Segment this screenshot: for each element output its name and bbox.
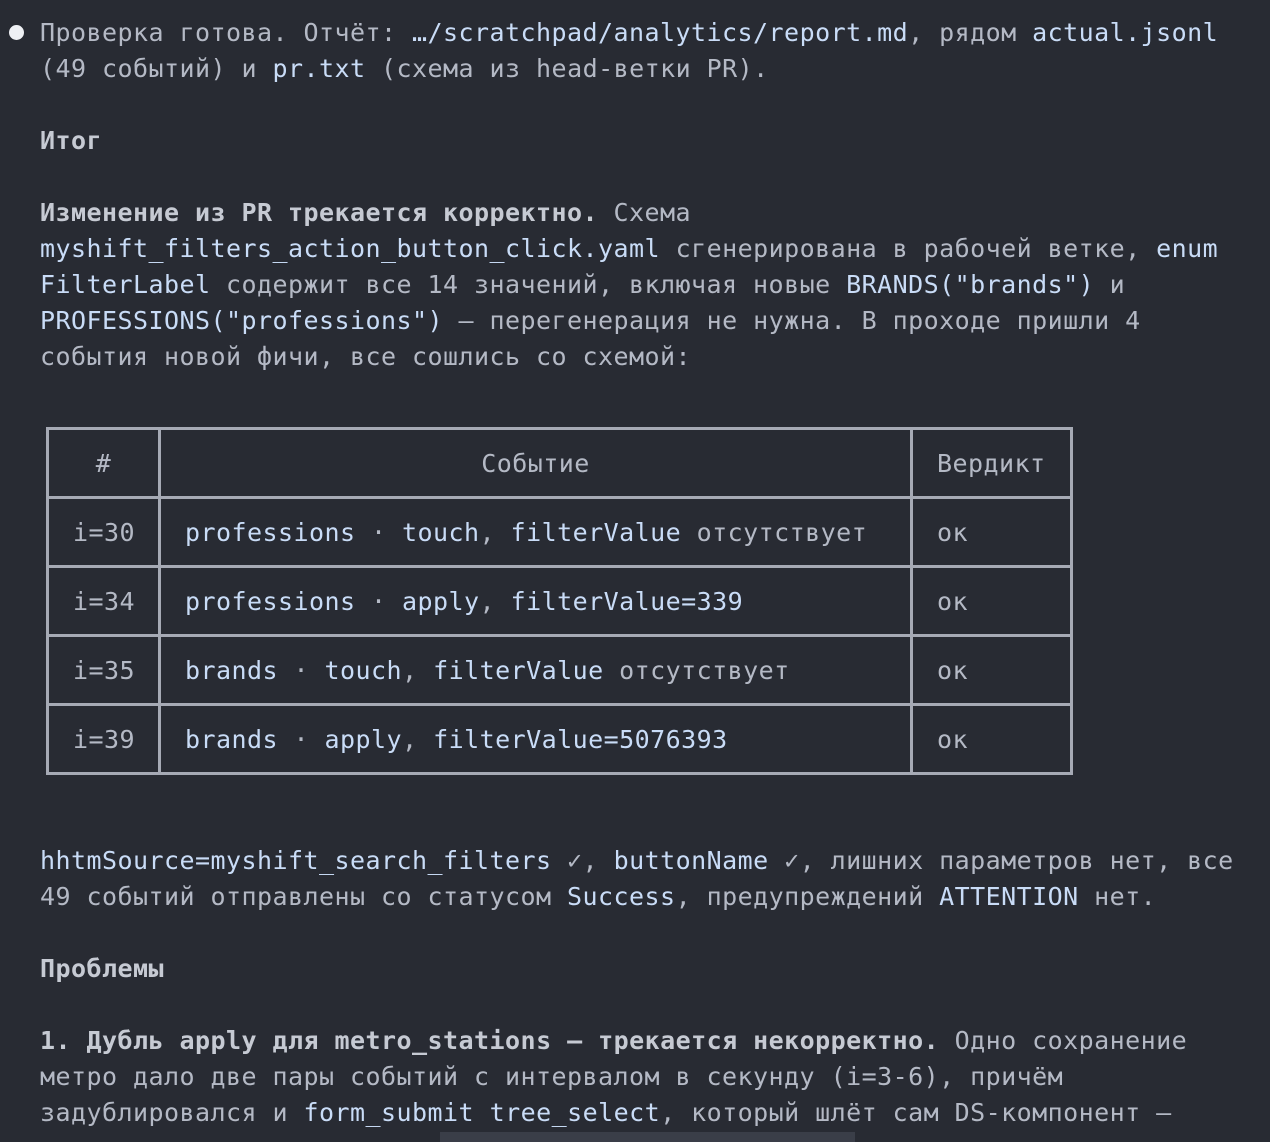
row-verdict: ок <box>910 703 1073 775</box>
params-line-2: 49 событий отправлены со статусом Succes… <box>40 879 1156 915</box>
problem-1-line-1: 1. Дубль apply для metro_stations — трек… <box>40 1026 1188 1055</box>
row-index: i=35 <box>46 634 161 706</box>
summary-text: Схема <box>598 198 692 227</box>
column-header-verdict: Вердикт <box>910 427 1073 499</box>
intro-text: Проверка готова. Отчёт: <box>40 18 413 47</box>
problem-1-line-2: метро дало две пары событий с интервалом… <box>40 1062 1064 1091</box>
professions-enum-value: PROFESSIONS("professions") <box>40 306 444 335</box>
tree-select-code: tree_select <box>489 1098 661 1127</box>
actual-jsonl-file[interactable]: actual.jsonl <box>1032 18 1218 47</box>
row-event: professions · apply, filterValue=339 <box>158 565 913 637</box>
apply-event-code: apply <box>179 1026 258 1055</box>
intro-text: , рядом <box>908 18 1033 47</box>
row-index: i=39 <box>46 703 161 775</box>
table-header-row: # Событие Вердикт <box>46 427 1073 499</box>
row-verdict: ок <box>910 634 1073 706</box>
params-text: ✓, лишних параметров нет, все <box>768 846 1234 875</box>
params-text: 49 событий отправлены со статусом <box>40 882 568 911</box>
summary-line-2: myshift_filters_action_button_click.yaml… <box>40 231 1218 267</box>
report-path-link[interactable]: …/scratchpad/analytics/report.md <box>412 18 908 47</box>
form-submit-code: form_submit <box>303 1098 475 1127</box>
column-header-event: Событие <box>158 427 913 499</box>
params-text: нет. <box>1078 882 1157 911</box>
problem-number: 1. Дубль <box>40 1026 180 1055</box>
params-text: ✓, <box>551 846 614 875</box>
enum-keyword: enum <box>1156 234 1219 263</box>
summary-text: содержит все 14 значений, включая новые <box>210 270 847 299</box>
params-line-1: hhtmSource=myshift_search_filters ✓, but… <box>40 843 1234 879</box>
events-verdict-table: # Событие Вердикт i=30 professions · tou… <box>46 427 1073 775</box>
intro-text: (схема из head-ветки PR). <box>365 54 769 83</box>
params-text: , предупреждений <box>675 882 940 911</box>
status-success: Success <box>567 882 676 911</box>
row-verdict: ок <box>910 496 1073 568</box>
column-header-index: # <box>46 427 161 499</box>
table-row: i=39 brands · apply, filterValue=5076393… <box>46 703 1073 775</box>
table-row: i=34 professions · apply, filterValue=33… <box>46 565 1073 637</box>
summary-text: — перегенерация не нужна. В проходе приш… <box>443 306 1141 335</box>
row-verdict: ок <box>910 565 1073 637</box>
intro-line-2: (49 событий) и pr.txt (схема из head-вет… <box>40 51 769 87</box>
enum-name: FilterLabel <box>40 270 211 299</box>
summary-text: сгенерирована в рабочей ветке, <box>660 234 1157 263</box>
row-event: brands · touch, filterValue отсутствует <box>158 634 913 706</box>
summary-heading: Итог <box>40 126 103 155</box>
intro-line-1: Проверка готова. Отчёт: …/scratchpad/ana… <box>40 15 1218 51</box>
problems-heading: Проблемы <box>40 954 165 983</box>
table-row: i=35 brands · touch, filterValue отсутст… <box>46 634 1073 706</box>
summary-bold-statement: Изменение из PR трекается корректно. <box>40 198 599 227</box>
summary-line-1: Изменение из PR трекается корректно. Схе… <box>40 195 691 231</box>
summary-line-5: события новой фичи, все сошлись со схемо… <box>40 342 692 371</box>
metro-stations-code: metro_stations <box>334 1026 552 1055</box>
clipped-next-line-highlight <box>440 1132 855 1142</box>
message-bullet-icon <box>9 25 24 40</box>
row-event: professions · touch, filterValue отсутст… <box>158 496 913 568</box>
summary-line-4: PROFESSIONS("professions") — перегенерац… <box>40 303 1141 339</box>
pr-txt-file[interactable]: pr.txt <box>273 54 366 83</box>
button-name-param: buttonName <box>613 846 769 875</box>
brands-enum-value: BRANDS("brands") <box>846 270 1095 299</box>
row-index: i=30 <box>46 496 161 568</box>
attention-keyword: ATTENTION <box>939 882 1079 911</box>
problem-1-line-3: задублировался и form_submit tree_select… <box>40 1098 1172 1127</box>
hhtm-source-param: hhtmSource=myshift_search_filters <box>40 846 552 875</box>
yaml-file-name: myshift_filters_action_button_click.yaml <box>40 234 661 263</box>
intro-text: (49 событий) и <box>40 54 273 83</box>
summary-text: и <box>1094 270 1126 299</box>
table-row: i=30 professions · touch, filterValue от… <box>46 496 1073 568</box>
row-event: brands · apply, filterValue=5076393 <box>158 703 913 775</box>
summary-line-3: FilterLabel содержит все 14 значений, вк… <box>40 267 1125 303</box>
row-index: i=34 <box>46 565 161 637</box>
